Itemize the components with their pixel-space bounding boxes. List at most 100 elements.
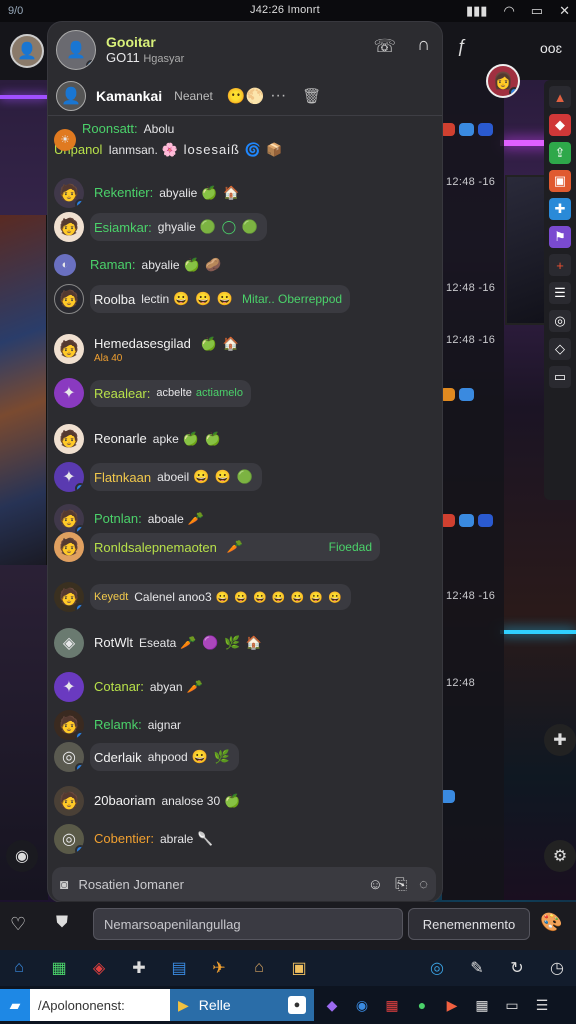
list-item[interactable]: 🧑 Hemedasesgilad 🍏 🏠 Ala 40 [54,334,240,364]
tag-icon[interactable]: ◇ [549,338,571,360]
list-item[interactable]: ☀ Roonsatt: Abolu Unpanol Ianmsan. 🌸 losesa… [54,120,284,159]
channel-tag: Neanet [174,89,213,103]
grid-icon[interactable]: ✚ [549,198,571,220]
sender-name: Cotanar: [94,679,144,694]
layers-icon[interactable]: ☰ [549,282,571,304]
emoji-icon[interactable]: ☺ [368,876,383,893]
call-icon[interactable]: ☏ [373,36,396,57]
flag-icon[interactable]: ⚑ [549,226,571,248]
avatar: ☀ [54,128,76,151]
list-icon[interactable]: ☰ [530,993,554,1017]
taskbar-search[interactable]: /Apolononenst: [30,989,170,1021]
emoji-reactions: 🥕 🟣 🌿 🏠 [180,635,263,650]
monitor-icon[interactable]: ▭ [549,366,571,388]
headphones-icon[interactable]: ∩ [417,34,430,55]
timestamp: 12:48 -16 [446,176,496,188]
sender-name: Reaalear: [94,385,151,401]
more-icon[interactable]: ··· [270,87,286,105]
room-avatar[interactable]: 👤 [56,30,96,70]
message-body: Roonsatt: Abolu Unpanol Ianmsan. 🌸 losesaiß… [54,120,284,159]
home-icon[interactable]: ⌂ [6,955,32,981]
list-item[interactable]: 🧑 Ronldsalepnemaoten 🥕 Fioedad [54,532,380,562]
shop-icon[interactable]: ⌂ [246,955,272,981]
grid-icon[interactable]: ▦ [470,993,494,1017]
plus-icon[interactable]: + [549,254,571,276]
list-item[interactable]: 🧑 Keyedt Calenel anoo3 😀 😀 😀 😀 😀 😀 😀 [54,582,351,612]
trash-icon[interactable]: 🗑 [302,87,321,105]
shield-icon[interactable]: ⛊ [56,914,68,932]
add-icon[interactable]: ✚ [544,724,576,756]
pen-icon[interactable]: ✎ [464,955,490,981]
plugin-icon[interactable]: ▲ [549,86,571,108]
sender-name: Potnlan: [94,511,142,526]
message-text: abyan [149,680,183,694]
list-item[interactable]: 🧑 Esiamkar: ghyalie 🟢 ◯ 🟢 [54,212,267,242]
list-item[interactable]: ◎ Cobentier: abrale 🥄 [54,824,215,854]
chart-icon[interactable]: ▤ [166,955,192,981]
avatar: 🧑 [54,582,84,612]
emoji-reactions: 🍏 🏠 [200,335,240,351]
headset-icon[interactable]: ◎ [549,310,571,332]
function-icon[interactable]: ƒ [457,36,467,57]
calendar-icon[interactable]: ▦ [380,993,404,1017]
taskbar-app[interactable]: ▶ Relle ● [170,989,314,1021]
media-icon[interactable]: ▶ [440,993,464,1017]
list-item[interactable]: ◎ Cderlaik ahpood 😀 🌿 [54,742,239,772]
list-item[interactable]: ✦ Reaalear: acbelte actiamelo [54,378,251,408]
heart-icon[interactable]: ♡ [10,914,26,935]
refresh-icon[interactable]: ↻ [504,955,530,981]
list-item[interactable]: 🧑 Reonarle apke 🍏 🍏 [54,424,222,454]
emoji-reactions: 🥄 [197,831,215,846]
compass-icon[interactable]: ◎ [424,955,450,981]
voice-icon[interactable]: ◉ [6,840,38,872]
emoji-reactions: 😀 😀 😀 😀 😀 😀 😀 [215,591,343,604]
sender-name: Flatnkaan [94,469,152,485]
sticker-icon[interactable]: 🎨 [540,912,562,933]
chat-icon[interactable]: ● [410,993,434,1017]
neon-strip [500,630,576,634]
list-item[interactable]: 🧑 Relamk: aignar [54,710,181,740]
photo-icon[interactable]: ▣ [286,955,312,981]
attach-icon[interactable]: ⎘ [395,876,407,893]
sender-name: Roonsatt: [82,121,138,136]
display-icon[interactable]: ▭ [500,993,524,1017]
room-meta: Hgasyar [143,52,185,65]
camera-icon[interactable]: ◙ [60,876,68,892]
emoji-reactions: 🍏 🥔 [183,257,223,272]
spreadsheet-icon[interactable]: ▦ [46,955,72,981]
window-icon[interactable]: ▭ [531,3,543,19]
clock-icon[interactable]: ◷ [544,955,570,981]
message-text: Abolu [143,122,175,136]
pin-icon[interactable]: ◆ [549,114,571,136]
avatar[interactable]: 👤 [10,34,44,68]
list-item[interactable]: 🧑 Rekentier: abyalie 🍏 🏠 [54,178,240,208]
office-icon[interactable]: ▣ [549,170,571,192]
channel-avatar[interactable]: 👤 [56,81,86,111]
avatar[interactable]: 👩 [486,64,520,98]
compose-input[interactable]: Nemarsoapenilangullag [93,908,403,940]
list-item[interactable]: ✦ Cotanar: abyan 🥕 [54,672,204,702]
browser-icon[interactable]: ◉ [350,993,374,1017]
channel-bar: 👤 Kamankai Neanet 😶🌕 ··· 🗑 [48,78,442,114]
settings-icon[interactable]: ⚙ [544,840,576,872]
sender-name: Raman: [90,257,136,272]
sender-name: Esiamkar: [94,219,152,235]
list-item[interactable]: 🧑 Potnlan: aboale 🥕 [54,504,205,534]
rocket-icon[interactable]: ✈ [206,955,232,981]
gif-icon[interactable]: ◌ [419,876,428,893]
list-item[interactable]: 🧑 Roolba lectin 😀 😀 😀 Mitar.. Oberreppod [54,284,351,314]
list-item[interactable]: ◐ Raman: abyalie 🍏 🥔 [54,254,223,276]
send-button[interactable]: Renemenmento [408,908,530,940]
close-icon[interactable]: ✕ [559,3,570,19]
panel-message-input[interactable]: ◙ Rosatien Jomaner ☺ ⎘ ◌ [52,867,436,901]
list-item[interactable]: 🧑 20baoriam analose 30 🍏 [54,786,241,816]
list-item[interactable]: ◈ RotWlt Eseata 🥕 🟣 🌿 🏠 [54,628,263,658]
plus-icon[interactable]: ✚ [126,955,152,981]
start-icon[interactable]: ▰ [0,989,30,1021]
gift-icon[interactable]: ◈ [86,955,112,981]
emoji-icon[interactable]: 😶🌕 [227,87,264,105]
edge-icon[interactable]: ◆ [320,993,344,1017]
message-text: Ianmsan. [108,143,158,157]
share-icon[interactable]: ⇪ [549,142,571,164]
list-item[interactable]: ✦ Flatnkaan aboeil 😀 😀 🟢 [54,462,262,492]
